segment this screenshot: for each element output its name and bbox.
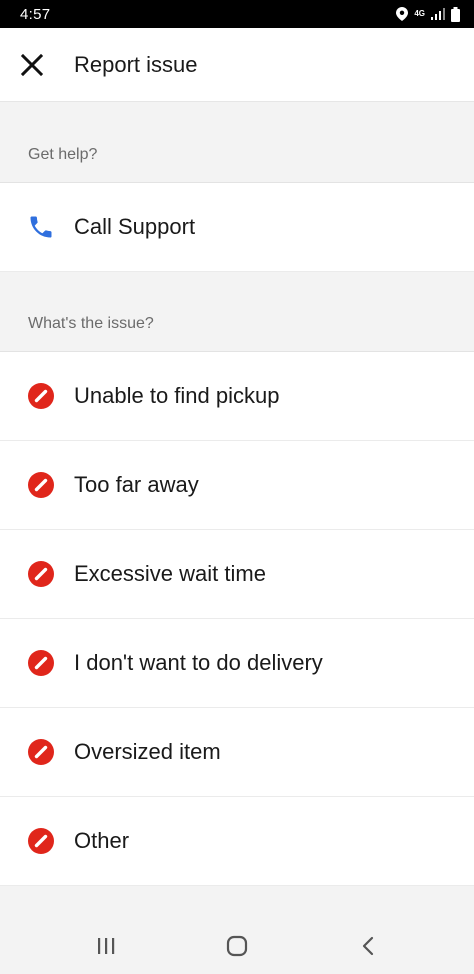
issue-option-row[interactable]: Excessive wait time (0, 530, 474, 619)
issue-icon-wrap (0, 441, 74, 530)
issue-option-label: Excessive wait time (74, 561, 266, 586)
network-type-label: 4G (414, 9, 425, 18)
call-support-label: Call Support (74, 214, 196, 239)
issue-option-row[interactable]: Oversized item (0, 708, 474, 797)
issue-icon-wrap (0, 352, 74, 441)
prohibited-icon (28, 650, 54, 676)
recent-apps-icon (97, 938, 114, 954)
recent-apps-button[interactable] (76, 922, 136, 970)
battery-icon (451, 6, 460, 22)
status-icons: 4G (396, 6, 460, 22)
close-button[interactable] (0, 28, 64, 102)
prohibited-icon (28, 739, 54, 765)
prohibited-icon (28, 561, 54, 587)
issue-icon-wrap (0, 619, 74, 708)
issue-icon-wrap (0, 530, 74, 619)
issue-option-label: I don't want to do delivery (74, 650, 323, 675)
get-help-heading: Get help? (28, 146, 98, 163)
prohibited-icon (28, 383, 54, 409)
issue-option-row[interactable]: I don't want to do delivery (0, 619, 474, 708)
prohibited-icon (28, 472, 54, 498)
call-support-row[interactable]: Call Support (0, 183, 474, 272)
back-button[interactable] (338, 922, 398, 970)
issue-icon-wrap (0, 708, 74, 797)
issue-option-label: Unable to find pickup (74, 383, 280, 408)
home-icon (226, 935, 248, 957)
prohibited-icon (28, 828, 54, 854)
page-title: Report issue (74, 51, 198, 77)
issue-option-row[interactable]: Too far away (0, 441, 474, 530)
bottom-spacer (0, 886, 474, 918)
phone-icon (30, 216, 52, 238)
issue-option-label: Too far away (74, 472, 199, 497)
status-time: 4:57 (20, 5, 51, 23)
get-help-section-header: Get help? (0, 102, 474, 183)
issue-icon-wrap (0, 797, 74, 886)
issue-heading: What's the issue? (28, 315, 154, 332)
issue-option-row[interactable]: Unable to find pickup (0, 352, 474, 441)
issue-section-header: What's the issue? (0, 272, 474, 352)
issue-option-row[interactable]: Other (0, 797, 474, 886)
issue-list: Unable to find pickup Too far away Excessi… (0, 352, 474, 886)
issue-option-label: Oversized item (74, 739, 221, 764)
status-bar: 4:57 4G (0, 0, 474, 28)
app-header: Report issue (0, 28, 474, 102)
system-nav-bar (0, 918, 474, 974)
call-icon-wrap (0, 183, 74, 272)
back-icon (363, 936, 374, 956)
close-icon (21, 53, 43, 76)
home-button[interactable] (207, 922, 267, 970)
location-icon (396, 7, 409, 21)
issue-option-label: Other (74, 828, 130, 853)
signal-icon (431, 8, 445, 20)
